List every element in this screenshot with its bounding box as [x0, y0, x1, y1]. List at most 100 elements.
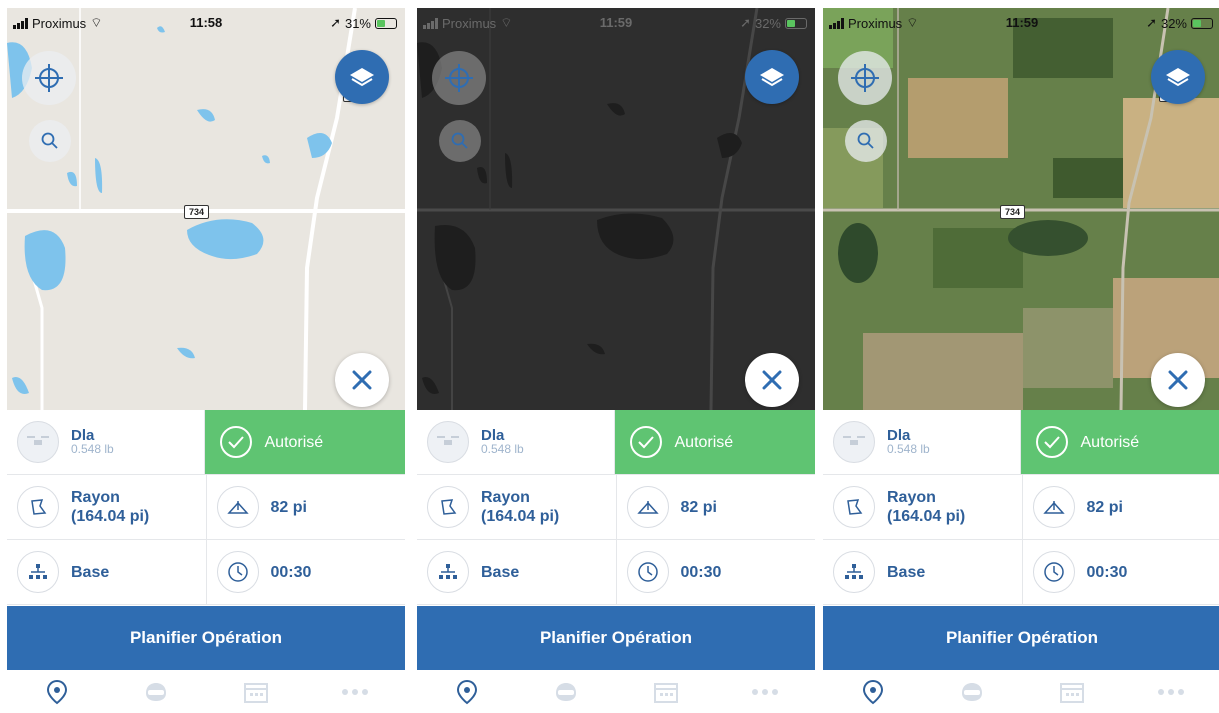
- map-view[interactable]: Proximus⌔ 11:58 ➚31% 734 36: [7, 8, 405, 410]
- drone-icon: [17, 421, 59, 463]
- radius-label: Rayon: [71, 489, 120, 506]
- status-bar: Proximus ⌔ 11:59 ➚ 32%: [823, 8, 1219, 34]
- duration-value: 00:30: [680, 563, 722, 581]
- battery-icon: [1191, 17, 1213, 29]
- tab-map[interactable]: [27, 679, 87, 705]
- search-button[interactable]: [29, 120, 71, 162]
- radius-setting[interactable]: Rayon (164.04 pi): [417, 475, 616, 539]
- layers-button[interactable]: [1151, 50, 1205, 104]
- battery-percent: 32%: [754, 15, 781, 31]
- search-icon: [451, 132, 468, 149]
- tab-calendar[interactable]: [636, 680, 696, 704]
- flight-info-panel: Dla 0.548 lb Autorisé Rayon (164.04 pi) 82…: [417, 410, 815, 606]
- duration-setting[interactable]: 00:30: [615, 540, 816, 604]
- radius-label: Rayon: [887, 489, 936, 506]
- radius-label: Rayon: [481, 489, 530, 506]
- map-pin-icon: [862, 679, 883, 704]
- battery-icon: [785, 17, 807, 29]
- plan-operation-button[interactable]: Planifier Opération: [7, 606, 405, 670]
- duration-setting[interactable]: 00:30: [1021, 540, 1219, 604]
- mode-setting[interactable]: Base: [417, 540, 616, 604]
- map-view[interactable]: Proximus⌔ 11:59 ➚32% 734 36: [823, 8, 1219, 410]
- radius-value: (164.04 pi): [71, 508, 150, 525]
- altitude-value: 82 pi: [680, 498, 717, 516]
- battery-percent: 32%: [1160, 15, 1187, 31]
- crosshair-icon: [851, 64, 879, 92]
- status-bar: Proximus ⌔ 11:59 ➚ 32%: [417, 8, 815, 34]
- drone-selector[interactable]: Dla 0.548 lb: [7, 410, 204, 474]
- tab-map[interactable]: [843, 679, 903, 705]
- altitude-icon: [626, 486, 669, 528]
- hierarchy-icon: [833, 551, 875, 593]
- mode-setting[interactable]: Base: [7, 540, 206, 604]
- drone-weight: 0.548 lb: [887, 442, 930, 456]
- locate-button[interactable]: [838, 51, 892, 105]
- tab-pilot[interactable]: [536, 681, 596, 703]
- duration-value: 00:30: [1086, 563, 1128, 581]
- tab-more[interactable]: [325, 688, 385, 696]
- plan-operation-button[interactable]: Planifier Opération: [417, 606, 815, 670]
- layers-button[interactable]: [745, 50, 799, 104]
- search-icon: [857, 132, 874, 149]
- more-dots-icon: [1158, 688, 1185, 695]
- locate-button[interactable]: [22, 51, 76, 105]
- layers-icon: [350, 68, 374, 87]
- map-pin-icon: [456, 679, 477, 704]
- radius-setting[interactable]: Rayon (164.04 pi): [7, 475, 206, 539]
- drone-weight: 0.548 lb: [71, 442, 114, 456]
- mode-value: Base: [71, 563, 110, 581]
- drone-weight: 0.548 lb: [481, 442, 524, 456]
- close-button[interactable]: [335, 353, 389, 407]
- drone-selector[interactable]: Dla 0.548 lb: [823, 410, 1020, 474]
- tab-calendar[interactable]: [226, 680, 286, 704]
- mode-setting[interactable]: Base: [823, 540, 1022, 604]
- tab-pilot[interactable]: [942, 681, 1002, 703]
- clock-icon: [216, 551, 259, 593]
- search-button[interactable]: [439, 120, 481, 162]
- battery-status: ➚ 31%: [330, 15, 397, 31]
- duration-setting[interactable]: 00:30: [205, 540, 406, 604]
- phone-screen-dark: Proximus ⌔ 11:59 ➚ 32% Dla 0.548 lb Autoris…: [417, 8, 815, 713]
- tab-bar: [823, 670, 1219, 713]
- layers-button[interactable]: [335, 50, 389, 104]
- authorization-status: Autorisé: [1019, 410, 1219, 474]
- clock-icon: [1032, 551, 1075, 593]
- close-button[interactable]: [745, 353, 799, 407]
- tab-map[interactable]: [437, 679, 497, 705]
- status-label: Autorisé: [674, 433, 734, 451]
- search-button[interactable]: [845, 120, 887, 162]
- more-dots-icon: [342, 688, 369, 695]
- map-view[interactable]: Proximus ⌔ 11:59 ➚ 32%: [417, 8, 815, 410]
- status-label: Autorisé: [264, 433, 324, 451]
- location-arrow-icon: ➚: [740, 15, 751, 30]
- phone-screen-light: Proximus⌔ 11:58 ➚31% 734 36 Dla0.548 lb: [7, 8, 405, 713]
- radius-value: (164.04 pi): [887, 508, 966, 525]
- authorization-status: Autorisé: [613, 410, 815, 474]
- altitude-setting[interactable]: 82 pi: [615, 475, 816, 539]
- altitude-setting[interactable]: 82 pi: [205, 475, 406, 539]
- hierarchy-icon: [427, 551, 469, 593]
- check-circle-icon: [219, 426, 252, 458]
- radius-setting[interactable]: Rayon (164.04 pi): [823, 475, 1022, 539]
- altitude-setting[interactable]: 82 pi: [1021, 475, 1219, 539]
- area-icon: [17, 486, 59, 528]
- clock-icon: [626, 551, 669, 593]
- pilot-helmet-icon: [146, 682, 167, 701]
- tab-calendar[interactable]: [1042, 680, 1102, 704]
- road-label-main: 734: [184, 205, 210, 219]
- duration-value: 00:30: [270, 563, 312, 581]
- tab-bar: [7, 670, 405, 713]
- drone-icon: [427, 421, 469, 463]
- tab-more[interactable]: [735, 688, 795, 696]
- drone-selector[interactable]: Dla 0.548 lb: [417, 410, 614, 474]
- phone-screen-satellite: Proximus⌔ 11:59 ➚32% 734 36 Dla0.548 lb: [823, 8, 1219, 713]
- close-icon: [352, 370, 372, 390]
- tab-pilot[interactable]: [126, 681, 186, 703]
- close-button[interactable]: [1151, 353, 1205, 407]
- locate-button[interactable]: [432, 51, 486, 105]
- tab-more[interactable]: [1141, 688, 1201, 696]
- calendar-icon: [653, 682, 678, 703]
- search-icon: [41, 132, 58, 149]
- plan-operation-button[interactable]: Planifier Opération: [823, 606, 1219, 670]
- mode-value: Base: [481, 563, 520, 581]
